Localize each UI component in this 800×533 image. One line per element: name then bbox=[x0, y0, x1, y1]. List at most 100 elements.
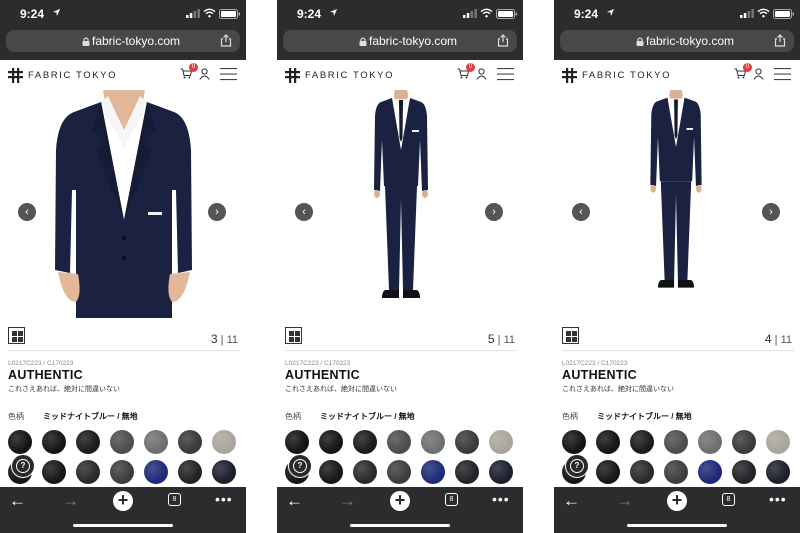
carousel-prev-button[interactable]: ‹ bbox=[18, 203, 36, 221]
color-swatch[interactable] bbox=[353, 430, 377, 454]
logo-mark-icon[interactable] bbox=[285, 68, 300, 83]
color-value: ミッドナイトブルー / 無地 bbox=[597, 412, 692, 421]
logo-text[interactable]: FABRIC TOKYO bbox=[28, 70, 117, 81]
color-swatch[interactable] bbox=[353, 460, 377, 484]
color-swatch[interactable] bbox=[212, 430, 236, 454]
product-code: L0217C223 / C170223 bbox=[285, 360, 351, 367]
logo-text[interactable]: FABRIC TOKYO bbox=[305, 70, 394, 81]
color-swatch[interactable] bbox=[178, 460, 202, 484]
color-swatch[interactable] bbox=[8, 430, 32, 454]
color-swatch[interactable] bbox=[387, 460, 411, 484]
forward-arrow-icon[interactable]: → bbox=[616, 492, 633, 509]
color-swatch[interactable] bbox=[630, 460, 654, 484]
help-button[interactable]: ? bbox=[11, 454, 35, 478]
hamburger-menu-icon[interactable] bbox=[497, 67, 514, 81]
hamburger-menu-icon[interactable] bbox=[774, 67, 791, 81]
user-icon[interactable] bbox=[753, 68, 764, 80]
color-swatch[interactable] bbox=[319, 430, 343, 454]
color-swatch[interactable] bbox=[732, 430, 756, 454]
back-arrow-icon[interactable]: ← bbox=[9, 492, 26, 509]
tab-count-button[interactable]: 8 bbox=[168, 493, 181, 506]
color-swatch[interactable] bbox=[630, 430, 654, 454]
suit-figure bbox=[374, 90, 428, 298]
color-swatch[interactable] bbox=[76, 430, 100, 454]
color-swatch[interactable] bbox=[319, 460, 343, 484]
carousel-next-button[interactable]: › bbox=[208, 203, 226, 221]
product-image-carousel[interactable]: ‹ › bbox=[554, 90, 800, 318]
image-pager: 5 | 11 bbox=[488, 332, 515, 346]
home-indicator bbox=[73, 524, 173, 527]
site-header: FABRIC TOKYO 0 bbox=[277, 60, 523, 90]
back-arrow-icon[interactable]: ← bbox=[563, 492, 580, 509]
color-swatch[interactable] bbox=[732, 460, 756, 484]
color-swatch[interactable] bbox=[110, 430, 134, 454]
color-swatch[interactable] bbox=[664, 430, 688, 454]
carousel-prev-button[interactable]: ‹ bbox=[572, 203, 590, 221]
color-swatch[interactable] bbox=[455, 460, 479, 484]
color-swatch[interactable] bbox=[42, 460, 66, 484]
tab-count-button[interactable]: 8 bbox=[722, 493, 735, 506]
color-swatch[interactable] bbox=[664, 460, 688, 484]
gallery-grid-button[interactable] bbox=[285, 327, 302, 344]
new-tab-button[interactable]: + bbox=[113, 490, 133, 511]
color-swatch[interactable] bbox=[562, 430, 586, 454]
forward-arrow-icon[interactable]: → bbox=[62, 492, 79, 509]
tab-count-button[interactable]: 8 bbox=[445, 493, 458, 506]
logo-mark-icon[interactable] bbox=[8, 68, 23, 83]
share-icon[interactable] bbox=[497, 34, 509, 47]
carousel-next-button[interactable]: › bbox=[762, 203, 780, 221]
color-swatch[interactable] bbox=[144, 430, 168, 454]
gallery-grid-button[interactable] bbox=[8, 327, 25, 344]
color-swatch[interactable] bbox=[76, 460, 100, 484]
tab-count: 8 bbox=[172, 496, 177, 503]
address-bar[interactable]: fabric-tokyo.com bbox=[283, 30, 517, 52]
forward-arrow-icon[interactable]: → bbox=[339, 492, 356, 509]
more-options-icon[interactable]: ••• bbox=[492, 491, 510, 507]
carousel-next-button[interactable]: › bbox=[485, 203, 503, 221]
color-swatch[interactable] bbox=[766, 460, 790, 484]
user-icon[interactable] bbox=[199, 68, 210, 80]
more-options-icon[interactable]: ••• bbox=[769, 491, 787, 507]
help-button[interactable]: ? bbox=[565, 454, 589, 478]
color-swatch[interactable] bbox=[387, 430, 411, 454]
address-bar[interactable]: fabric-tokyo.com bbox=[560, 30, 794, 52]
product-image-carousel[interactable]: ‹ › bbox=[277, 90, 523, 318]
share-icon[interactable] bbox=[220, 34, 232, 47]
user-icon[interactable] bbox=[476, 68, 487, 80]
new-tab-button[interactable]: + bbox=[390, 490, 410, 511]
color-swatch[interactable] bbox=[42, 430, 66, 454]
more-options-icon[interactable]: ••• bbox=[215, 491, 233, 507]
address-bar[interactable]: fabric-tokyo.com bbox=[6, 30, 240, 52]
product-code: L0217C223 / C170223 bbox=[562, 360, 628, 367]
help-button[interactable]: ? bbox=[288, 454, 312, 478]
carousel-prev-button[interactable]: ‹ bbox=[295, 203, 313, 221]
product-title: AUTHENTIC bbox=[562, 368, 637, 382]
color-swatch[interactable] bbox=[766, 430, 790, 454]
image-pager: 4 | 11 bbox=[765, 332, 792, 346]
color-swatch[interactable] bbox=[421, 460, 445, 484]
color-swatch[interactable] bbox=[698, 460, 722, 484]
color-swatch[interactable] bbox=[489, 430, 513, 454]
color-swatch[interactable] bbox=[178, 430, 202, 454]
logo-mark-icon[interactable] bbox=[562, 68, 577, 83]
color-swatch[interactable] bbox=[489, 460, 513, 484]
logo-text[interactable]: FABRIC TOKYO bbox=[582, 70, 671, 81]
color-swatch[interactable] bbox=[596, 430, 620, 454]
share-icon[interactable] bbox=[774, 34, 786, 47]
color-swatch[interactable] bbox=[144, 460, 168, 484]
color-swatch[interactable] bbox=[698, 430, 722, 454]
hamburger-menu-icon[interactable] bbox=[220, 67, 237, 81]
divider bbox=[285, 350, 517, 351]
color-swatch[interactable] bbox=[285, 430, 309, 454]
gallery-grid-button[interactable] bbox=[562, 327, 579, 344]
color-swatch[interactable] bbox=[212, 460, 236, 484]
color-swatch[interactable] bbox=[421, 430, 445, 454]
color-label: 色柄 bbox=[562, 412, 578, 421]
color-swatch[interactable] bbox=[110, 460, 134, 484]
color-swatch[interactable] bbox=[455, 430, 479, 454]
back-arrow-icon[interactable]: ← bbox=[286, 492, 303, 509]
new-tab-button[interactable]: + bbox=[667, 490, 687, 511]
color-swatch[interactable] bbox=[596, 460, 620, 484]
divider bbox=[562, 350, 794, 351]
product-image-carousel[interactable]: ‹ › bbox=[0, 90, 246, 318]
